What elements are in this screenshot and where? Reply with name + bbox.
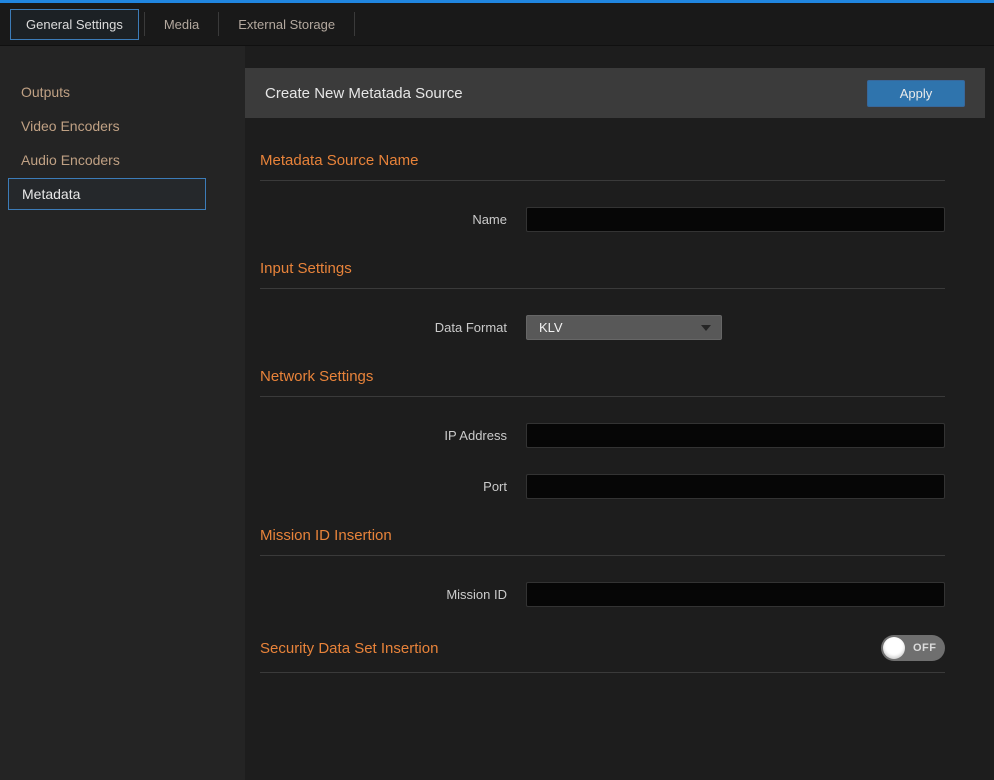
- sidebar-item-label: Audio Encoders: [21, 152, 120, 168]
- main-panel: Create New Metatada Source Apply Metadat…: [245, 46, 994, 780]
- section-heading-row: Security Data Set Insertion OFF: [260, 635, 945, 661]
- form-row: Mission ID: [260, 582, 945, 607]
- sidebar-item-video-encoders[interactable]: Video Encoders: [0, 109, 245, 143]
- app-window: General Settings Media External Storage …: [0, 0, 994, 780]
- section-divider: [260, 288, 945, 289]
- mission-id-input[interactable]: [526, 582, 945, 607]
- sidebar-item-label: Video Encoders: [21, 118, 120, 134]
- section-security-data-set-insertion: Security Data Set Insertion OFF: [260, 635, 945, 673]
- section-heading: Security Data Set Insertion: [260, 640, 438, 657]
- tab-separator: [354, 12, 355, 36]
- tab-media-label: Media: [164, 17, 199, 32]
- name-input[interactable]: [526, 207, 945, 232]
- data-format-dropdown[interactable]: KLV: [526, 315, 722, 340]
- security-data-set-toggle[interactable]: OFF: [881, 635, 945, 661]
- form-row: IP Address: [260, 423, 945, 448]
- section-mission-id-insertion: Mission ID Insertion Mission ID: [260, 527, 945, 607]
- name-label: Name: [260, 212, 526, 227]
- section-divider: [260, 180, 945, 181]
- panel-header: Create New Metatada Source Apply: [245, 68, 985, 118]
- tab-separator: [218, 12, 219, 36]
- page-title: Create New Metatada Source: [265, 85, 463, 102]
- section-heading: Network Settings: [260, 368, 945, 385]
- tab-separator: [144, 12, 145, 36]
- sidebar-item-label: Outputs: [21, 84, 70, 100]
- section-input-settings: Input Settings Data Format KLV: [260, 260, 945, 340]
- section-network-settings: Network Settings IP Address Port: [260, 368, 945, 499]
- sidebar: Outputs Video Encoders Audio Encoders Me…: [0, 46, 245, 780]
- section-heading: Mission ID Insertion: [260, 527, 945, 544]
- tab-general-settings[interactable]: General Settings: [10, 9, 139, 40]
- section-divider: [260, 555, 945, 556]
- port-label: Port: [260, 479, 526, 494]
- sidebar-item-outputs[interactable]: Outputs: [0, 75, 245, 109]
- data-format-label: Data Format: [260, 320, 526, 335]
- chevron-down-icon: [701, 325, 711, 331]
- section-divider: [260, 672, 945, 673]
- tab-external-storage[interactable]: External Storage: [224, 10, 349, 39]
- ip-address-label: IP Address: [260, 428, 526, 443]
- sidebar-item-metadata[interactable]: Metadata: [8, 178, 206, 210]
- form-row: Data Format KLV: [260, 315, 945, 340]
- toggle-state-label: OFF: [913, 642, 937, 654]
- ip-address-input[interactable]: [526, 423, 945, 448]
- form-row: Port: [260, 474, 945, 499]
- apply-button[interactable]: Apply: [867, 80, 965, 107]
- section-metadata-source-name: Metadata Source Name Name: [260, 152, 945, 232]
- top-tab-bar: General Settings Media External Storage: [0, 0, 994, 46]
- data-format-selected-value: KLV: [539, 320, 563, 335]
- port-input[interactable]: [526, 474, 945, 499]
- section-divider: [260, 396, 945, 397]
- tab-external-storage-label: External Storage: [238, 17, 335, 32]
- sidebar-item-audio-encoders[interactable]: Audio Encoders: [0, 143, 245, 177]
- sidebar-item-label: Metadata: [22, 186, 80, 202]
- mission-id-label: Mission ID: [260, 587, 526, 602]
- form-row: Name: [260, 207, 945, 232]
- section-heading: Input Settings: [260, 260, 945, 277]
- tab-media[interactable]: Media: [150, 10, 213, 39]
- section-heading: Metadata Source Name: [260, 152, 945, 169]
- tab-general-settings-label: General Settings: [26, 17, 123, 32]
- page-body: Outputs Video Encoders Audio Encoders Me…: [0, 46, 994, 780]
- toggle-knob: [883, 637, 905, 659]
- form-content: Metadata Source Name Name Input Settings…: [245, 118, 985, 673]
